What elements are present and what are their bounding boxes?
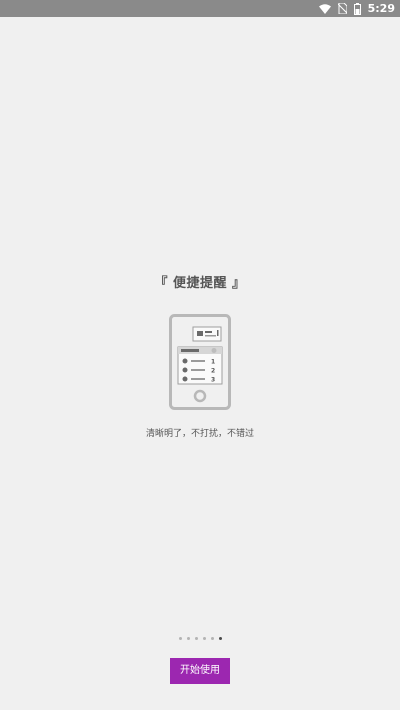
onboarding-title: 『 便捷提醒 』: [154, 276, 246, 291]
page-dot: [219, 636, 222, 640]
battery-icon: [353, 2, 361, 15]
illustration-number-1: 1: [211, 359, 215, 366]
illustration-number-3: 3: [211, 377, 215, 384]
page-dot: [187, 636, 190, 640]
status-bar: 5:29: [0, 0, 400, 17]
illustration-number-2: 2: [211, 368, 215, 375]
page-dot: [195, 636, 198, 640]
phone-illustration: 1 2 3: [169, 314, 231, 410]
status-time: 5:29: [367, 2, 395, 15]
page-dot: [211, 636, 214, 640]
start-button[interactable]: 开始使用: [170, 658, 230, 684]
status-icons: 5:29: [318, 0, 395, 17]
page-dot: [179, 636, 182, 640]
no-sim-icon: [337, 3, 347, 14]
page-dot: [203, 636, 206, 640]
page-indicator: [179, 635, 229, 641]
wifi-icon: [318, 3, 331, 14]
onboarding-subtitle: 清晰明了，不打扰，不错过: [145, 429, 254, 439]
